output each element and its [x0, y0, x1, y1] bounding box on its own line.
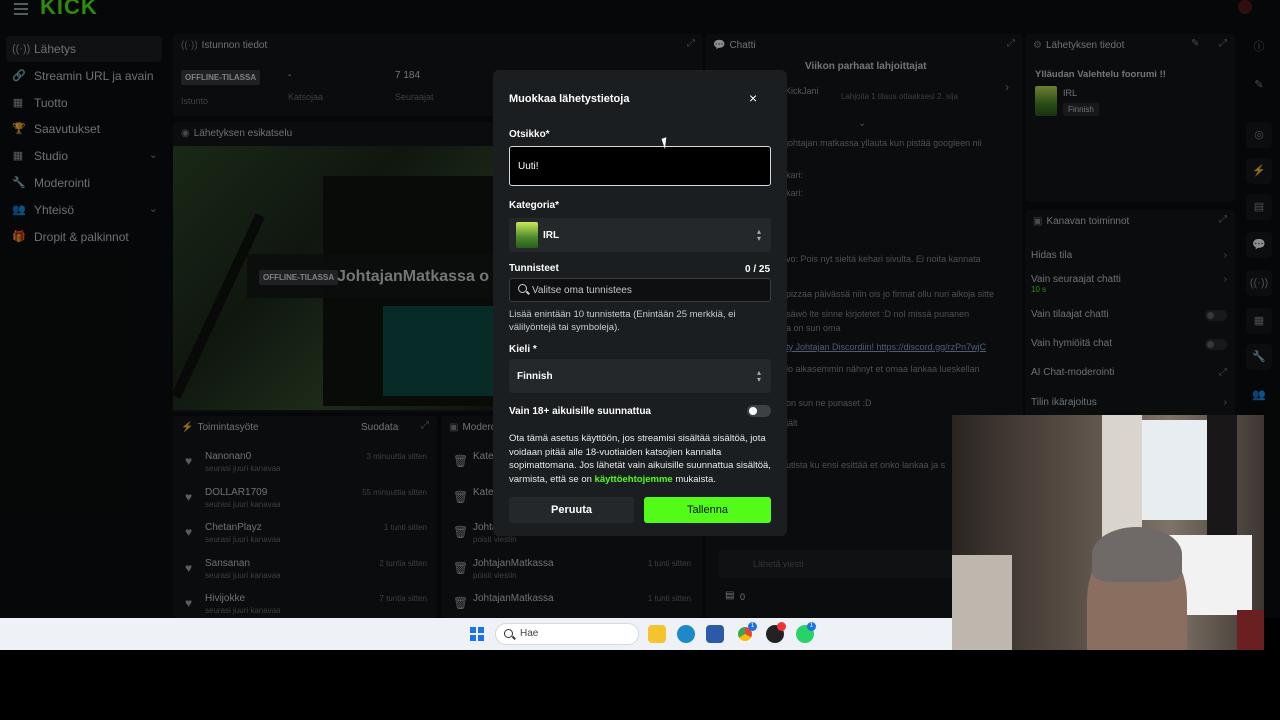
language-label: Kieli * [509, 344, 537, 355]
windows-start-icon[interactable] [470, 627, 484, 641]
save-button[interactable]: Tallenna [644, 497, 771, 523]
search-icon [504, 629, 513, 638]
title-input[interactable] [509, 146, 771, 186]
title-label: Otsikko* [509, 129, 550, 140]
tags-count: 0 / 25 [745, 264, 771, 275]
tags-label: Tunnisteet [509, 263, 559, 274]
terms-link[interactable]: käyttöehtojemme [595, 474, 673, 485]
screen-bottom [0, 650, 1280, 720]
edge-icon[interactable] [677, 625, 695, 643]
taskbar: Hae 1 1 [0, 618, 952, 650]
webcam-overlay [952, 415, 1264, 650]
taskbar-search-placeholder: Hae [520, 628, 539, 639]
taskbar-search[interactable]: Hae [495, 623, 639, 645]
record-badge [777, 622, 786, 631]
notification-badge: 1 [807, 622, 816, 631]
tags-input[interactable] [532, 282, 762, 298]
file-explorer-icon[interactable] [648, 625, 666, 643]
category-value: IRL [543, 230, 560, 241]
cancel-button[interactable]: Peruuta [509, 497, 634, 523]
close-icon[interactable]: × [749, 90, 757, 106]
modal-title: Muokkaa lähetystietoja [509, 93, 630, 105]
category-thumbnail [516, 222, 538, 248]
edit-stream-modal: Muokkaa lähetystietoja × Otsikko* Katego… [493, 70, 787, 536]
adult-warning-text: Ota tämä asetus käyttöön, jos streamisi … [509, 432, 771, 486]
language-value: Finnish [517, 371, 553, 382]
language-select[interactable]: Finnish ▴ ▾ [509, 359, 771, 393]
select-arrows-icon: ▴ ▾ [756, 227, 761, 243]
category-select[interactable]: IRL ▴ ▾ [509, 218, 771, 252]
select-arrows-icon: ▴ ▾ [756, 368, 761, 384]
adult-only-toggle[interactable] [747, 405, 771, 417]
category-label: Kategoria* [509, 200, 560, 211]
store-icon[interactable] [706, 625, 724, 643]
adult-only-label: Vain 18+ aikuisille suunnattua [509, 406, 651, 417]
tags-input-wrapper[interactable] [509, 278, 771, 302]
tags-help-text: Lisää enintään 10 tunnistetta (Enintään … [509, 309, 736, 333]
search-icon [518, 284, 527, 293]
warning-tail: mukaista. [672, 473, 716, 485]
notification-badge: 1 [748, 622, 757, 631]
